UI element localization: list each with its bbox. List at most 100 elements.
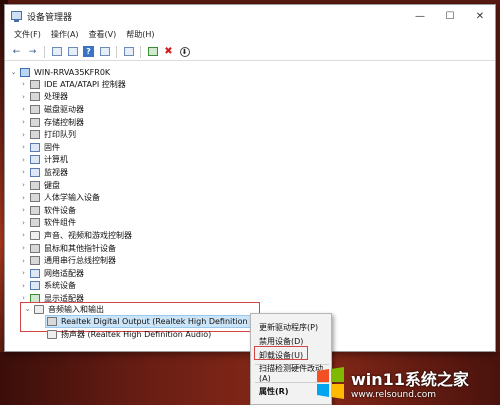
menu-file[interactable]: 文件(F) (9, 29, 46, 40)
chevron-right-icon[interactable]: › (19, 257, 28, 265)
menu-view[interactable]: 查看(V) (84, 29, 122, 40)
list-view-icon[interactable] (98, 45, 111, 58)
tree-root[interactable]: ⌄ WIN-RRVA35KFR0K (9, 66, 110, 79)
properties-icon[interactable] (66, 45, 79, 58)
maximize-button[interactable]: ☐ (435, 5, 465, 27)
chevron-right-icon[interactable]: › (19, 282, 28, 290)
category-label: 计算机 (44, 155, 68, 165)
chevron-down-icon[interactable]: ⌄ (23, 305, 32, 313)
category-label: 处理器 (44, 92, 68, 102)
computer-name: WIN-RRVA35KFR0K (34, 67, 111, 77)
tree-category[interactable]: › 存储控制器 (19, 116, 84, 129)
chevron-right-icon[interactable]: › (19, 206, 28, 214)
uninstall-highlight (254, 346, 308, 360)
chevron-right-icon[interactable]: › (19, 231, 28, 239)
watermark: win11系统之家 www.relsound.com (313, 365, 498, 401)
chevron-right-icon[interactable]: › (19, 244, 28, 252)
tree-category[interactable]: › 监视器 (19, 166, 68, 179)
enable-device-icon[interactable]: ⬇ (178, 45, 191, 58)
tree-category[interactable]: › 网络适配器 (19, 267, 84, 280)
computer-icon (20, 67, 30, 77)
tree-category[interactable]: › 计算机 (19, 154, 68, 167)
update-driver-icon[interactable] (146, 45, 159, 58)
category-label: 软件组件 (44, 218, 76, 228)
category-label: 网络适配器 (44, 268, 84, 278)
chevron-right-icon[interactable]: › (19, 80, 28, 88)
toolbar: ← → ? ✖ ⬇ (5, 43, 495, 61)
category-label: 监视器 (44, 167, 68, 177)
menu-help[interactable]: 帮助(H) (121, 29, 159, 40)
tree-device-selected[interactable]: Realtek Digital Output (Realtek High Def… (43, 316, 276, 329)
category-label: 音频输入和输出 (48, 304, 104, 314)
hid-icon (30, 193, 40, 203)
back-arrow-icon[interactable]: ← (10, 45, 23, 58)
software-device-icon (30, 205, 40, 215)
tree-category[interactable]: › IDE ATA/ATAPI 控制器 (19, 78, 126, 91)
chevron-right-icon[interactable]: › (19, 194, 28, 202)
category-label: 软件设备 (44, 205, 76, 215)
digital-output-icon (47, 317, 57, 327)
sound-controller-icon (30, 230, 40, 240)
toolbar-separator (44, 45, 45, 58)
system-device-icon (30, 281, 40, 291)
device-label: Realtek Digital Output (Realtek High Def… (61, 317, 276, 327)
scan-hardware-icon[interactable] (122, 45, 135, 58)
chevron-right-icon[interactable]: › (19, 105, 28, 113)
category-label: 鼠标和其他指针设备 (44, 243, 116, 253)
category-label: 声音、视频和游戏控制器 (44, 230, 132, 240)
tree-category[interactable]: › 软件组件 (19, 217, 76, 230)
tree-category[interactable]: › 软件设备 (19, 204, 76, 217)
watermark-title: win11系统之家 (351, 370, 469, 389)
tree-category[interactable]: › 处理器 (19, 91, 68, 104)
chevron-right-icon[interactable]: › (19, 168, 28, 176)
tree-category[interactable]: › 固件 (19, 141, 60, 154)
printer-icon (30, 130, 40, 140)
show-hide-tree-icon[interactable] (50, 45, 63, 58)
storage-controller-icon (30, 117, 40, 127)
category-label: 磁盘驱动器 (44, 104, 84, 114)
menu-bar: 文件(F) 操作(A) 查看(V) 帮助(H) (5, 27, 495, 42)
title-bar: 设备管理器 — ☐ ✕ (5, 5, 495, 27)
keyboard-icon (30, 180, 40, 190)
category-label: 人体学输入设备 (44, 193, 100, 203)
forward-arrow-icon[interactable]: → (26, 45, 39, 58)
category-label: 打印队列 (44, 130, 76, 140)
tree-category[interactable]: › 键盘 (19, 179, 60, 192)
tree-category[interactable]: › 人体学输入设备 (19, 191, 100, 204)
help-icon[interactable]: ? (82, 45, 95, 58)
tree-category[interactable]: › 磁盘驱动器 (19, 103, 84, 116)
tree-device[interactable]: 扬声器 (Realtek High Definition Audio) (43, 328, 211, 341)
tree-category[interactable]: › 声音、视频和游戏控制器 (19, 229, 132, 242)
device-manager-icon (11, 11, 22, 22)
chevron-right-icon[interactable]: › (19, 131, 28, 139)
category-label: 系统设备 (44, 281, 76, 291)
chevron-right-icon[interactable]: › (19, 219, 28, 227)
chevron-right-icon[interactable]: › (19, 118, 28, 126)
software-component-icon (30, 218, 40, 228)
device-manager-window: 设备管理器 — ☐ ✕ 文件(F) 操作(A) 查看(V) 帮助(H) ← → … (4, 4, 496, 352)
chevron-right-icon[interactable]: › (19, 269, 28, 277)
usb-controller-icon (30, 256, 40, 266)
uninstall-device-icon[interactable]: ✖ (162, 45, 175, 58)
category-label: 通用串行总线控制器 (44, 256, 116, 266)
firmware-icon (30, 142, 40, 152)
chevron-right-icon[interactable]: › (19, 93, 28, 101)
category-label: 固件 (44, 142, 60, 152)
device-label: 扬声器 (Realtek High Definition Audio) (61, 329, 212, 339)
chevron-right-icon[interactable]: › (19, 143, 28, 151)
tree-category[interactable]: › 鼠标和其他指针设备 (19, 242, 116, 255)
mouse-icon (30, 243, 40, 253)
chevron-down-icon[interactable]: ⌄ (9, 68, 18, 76)
chevron-right-icon[interactable]: › (19, 156, 28, 164)
chevron-right-icon[interactable]: › (19, 181, 28, 189)
close-button[interactable]: ✕ (465, 5, 495, 27)
network-adapter-icon (30, 268, 40, 278)
tree-category[interactable]: › 打印队列 (19, 128, 76, 141)
tree-category[interactable]: › 通用串行总线控制器 (19, 254, 116, 267)
menu-action[interactable]: 操作(A) (46, 29, 84, 40)
computer-icon (30, 155, 40, 165)
menu-update-driver[interactable]: 更新驱动程序(P) (251, 320, 331, 334)
tree-category[interactable]: › 系统设备 (19, 280, 76, 293)
minimize-button[interactable]: — (405, 5, 435, 27)
tree-category-audio[interactable]: ⌄ 音频输入和输出 (23, 303, 104, 316)
